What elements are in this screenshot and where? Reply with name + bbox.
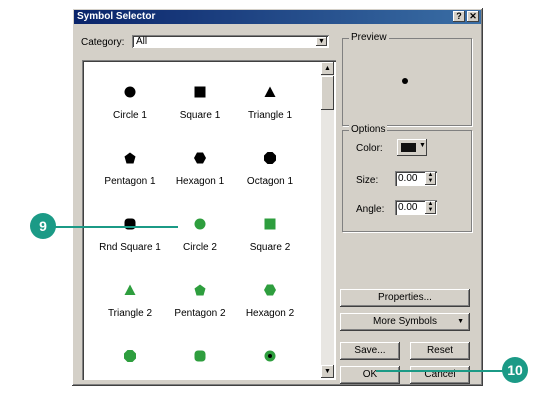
symbol-list[interactable]: Circle 1 Square 1 Triangle 1 Pentagon 1 Hexa… [82,60,336,380]
symbol-cell[interactable]: Circle 2 [160,200,240,276]
preview-group: Preview [342,32,472,126]
callout-badge-left: 9 [30,213,56,239]
options-title: Options [349,124,388,135]
category-value: All [136,36,148,47]
symbol-label: Rnd Square 1 [99,242,161,253]
scroll-up-icon[interactable]: ▲ [321,62,334,75]
symbol-cell[interactable]: Circle 1 [90,68,170,144]
symbol-cell[interactable]: Octagon 1 [230,134,310,210]
symbol-label: Triangle 2 [107,308,153,319]
pentagon-symbol-icon [194,284,206,296]
angle-label: Angle: [356,204,385,215]
circle-symbol-icon [194,218,206,230]
rnd-square-symbol-icon [194,350,206,362]
spinner-arrows-icon[interactable]: ▲ ▼ [425,172,436,185]
symbol-cell[interactable]: Square 2 [230,200,310,276]
symbol-cell[interactable]: Square 1 [160,68,240,144]
angle-spinner[interactable]: 0.00 ▲ ▼ [395,200,437,215]
symbol-cell[interactable]: Triangle 1 [230,68,310,144]
angle-value: 0.00 [398,202,418,213]
symbol-cell[interactable] [230,332,310,380]
category-label: Category: [81,37,125,48]
reset-button[interactable]: Reset [410,342,470,360]
symbol-cell[interactable]: Hexagon 2 [230,266,310,342]
color-label: Color: [356,143,383,154]
symbol-label: Hexagon 1 [175,176,225,187]
color-swatch [401,143,416,152]
octagon-symbol-icon [124,350,136,362]
triangle-symbol-icon [264,86,276,97]
symbol-cell[interactable]: Rnd Square 1 [90,200,170,276]
pentagon-symbol-icon [124,152,136,164]
symbol-label: Circle 2 [183,242,217,253]
symbol-selector-dialog: Symbol Selector ? ✕ Category: All ▼ Circ… [72,8,483,386]
spinner-arrows-icon[interactable]: ▲ ▼ [425,201,436,214]
symbol-label: Triangle 1 [247,110,293,121]
symbol-cell[interactable]: Pentagon 1 [90,134,170,210]
size-label: Size: [356,175,379,186]
ok-button[interactable]: OK [340,366,400,384]
save-button[interactable]: Save... [340,342,400,360]
symbol-cell[interactable] [160,332,240,380]
symbol-label: Hexagon 2 [245,308,295,319]
chevron-down-icon[interactable]: ▼ [316,37,327,46]
square-symbol-icon [264,218,276,230]
hexagon-symbol-icon [264,284,276,296]
callout-badge-right: 10 [502,357,528,383]
symbol-cell[interactable]: Triangle 2 [90,266,170,342]
title-bar: Symbol Selector ? ✕ [74,10,481,24]
preview-title: Preview [349,32,389,43]
circle-symbol-icon [124,86,136,98]
more-symbols-button[interactable]: More Symbols ▼ [340,313,470,331]
symbol-cell[interactable] [90,332,170,380]
symbol-label: Octagon 1 [246,176,294,187]
callout-line-left [44,226,178,228]
chevron-down-icon: ▼ [457,318,464,325]
octagon-symbol-icon [264,152,276,164]
close-button[interactable]: ✕ [467,11,479,22]
hexagon-symbol-icon [194,152,206,164]
symbol-label: Pentagon 1 [104,176,156,187]
size-spinner[interactable]: 0.00 ▲ ▼ [395,171,437,186]
more-symbols-label: More Symbols [373,316,437,327]
category-dropdown[interactable]: All ▼ [132,35,329,48]
symbol-label: Square 2 [249,242,291,253]
callout-line-right [376,370,506,372]
help-button[interactable]: ? [453,11,465,22]
scroll-thumb[interactable] [321,76,334,110]
preview-symbol [402,78,408,84]
scroll-down-icon[interactable]: ▼ [321,365,334,378]
target-symbol-icon [264,350,276,362]
square-symbol-icon [194,86,206,98]
symbol-cell[interactable]: Hexagon 1 [160,134,240,210]
symbol-label: Circle 1 [113,110,147,121]
symbol-label: Square 1 [179,110,221,121]
symbol-label: Pentagon 2 [174,308,226,319]
triangle-symbol-icon [124,284,136,295]
properties-button[interactable]: Properties... [340,289,470,307]
chevron-down-icon: ▼ [419,142,426,149]
size-value: 0.00 [398,173,418,184]
cancel-button[interactable]: Cancel [410,366,470,384]
color-picker-button[interactable]: ▼ [397,139,427,156]
rnd-square-symbol-icon [124,218,136,230]
symbol-cell[interactable]: Pentagon 2 [160,266,240,342]
dialog-title: Symbol Selector [77,11,156,22]
scrollbar[interactable]: ▲ ▼ [321,62,334,378]
